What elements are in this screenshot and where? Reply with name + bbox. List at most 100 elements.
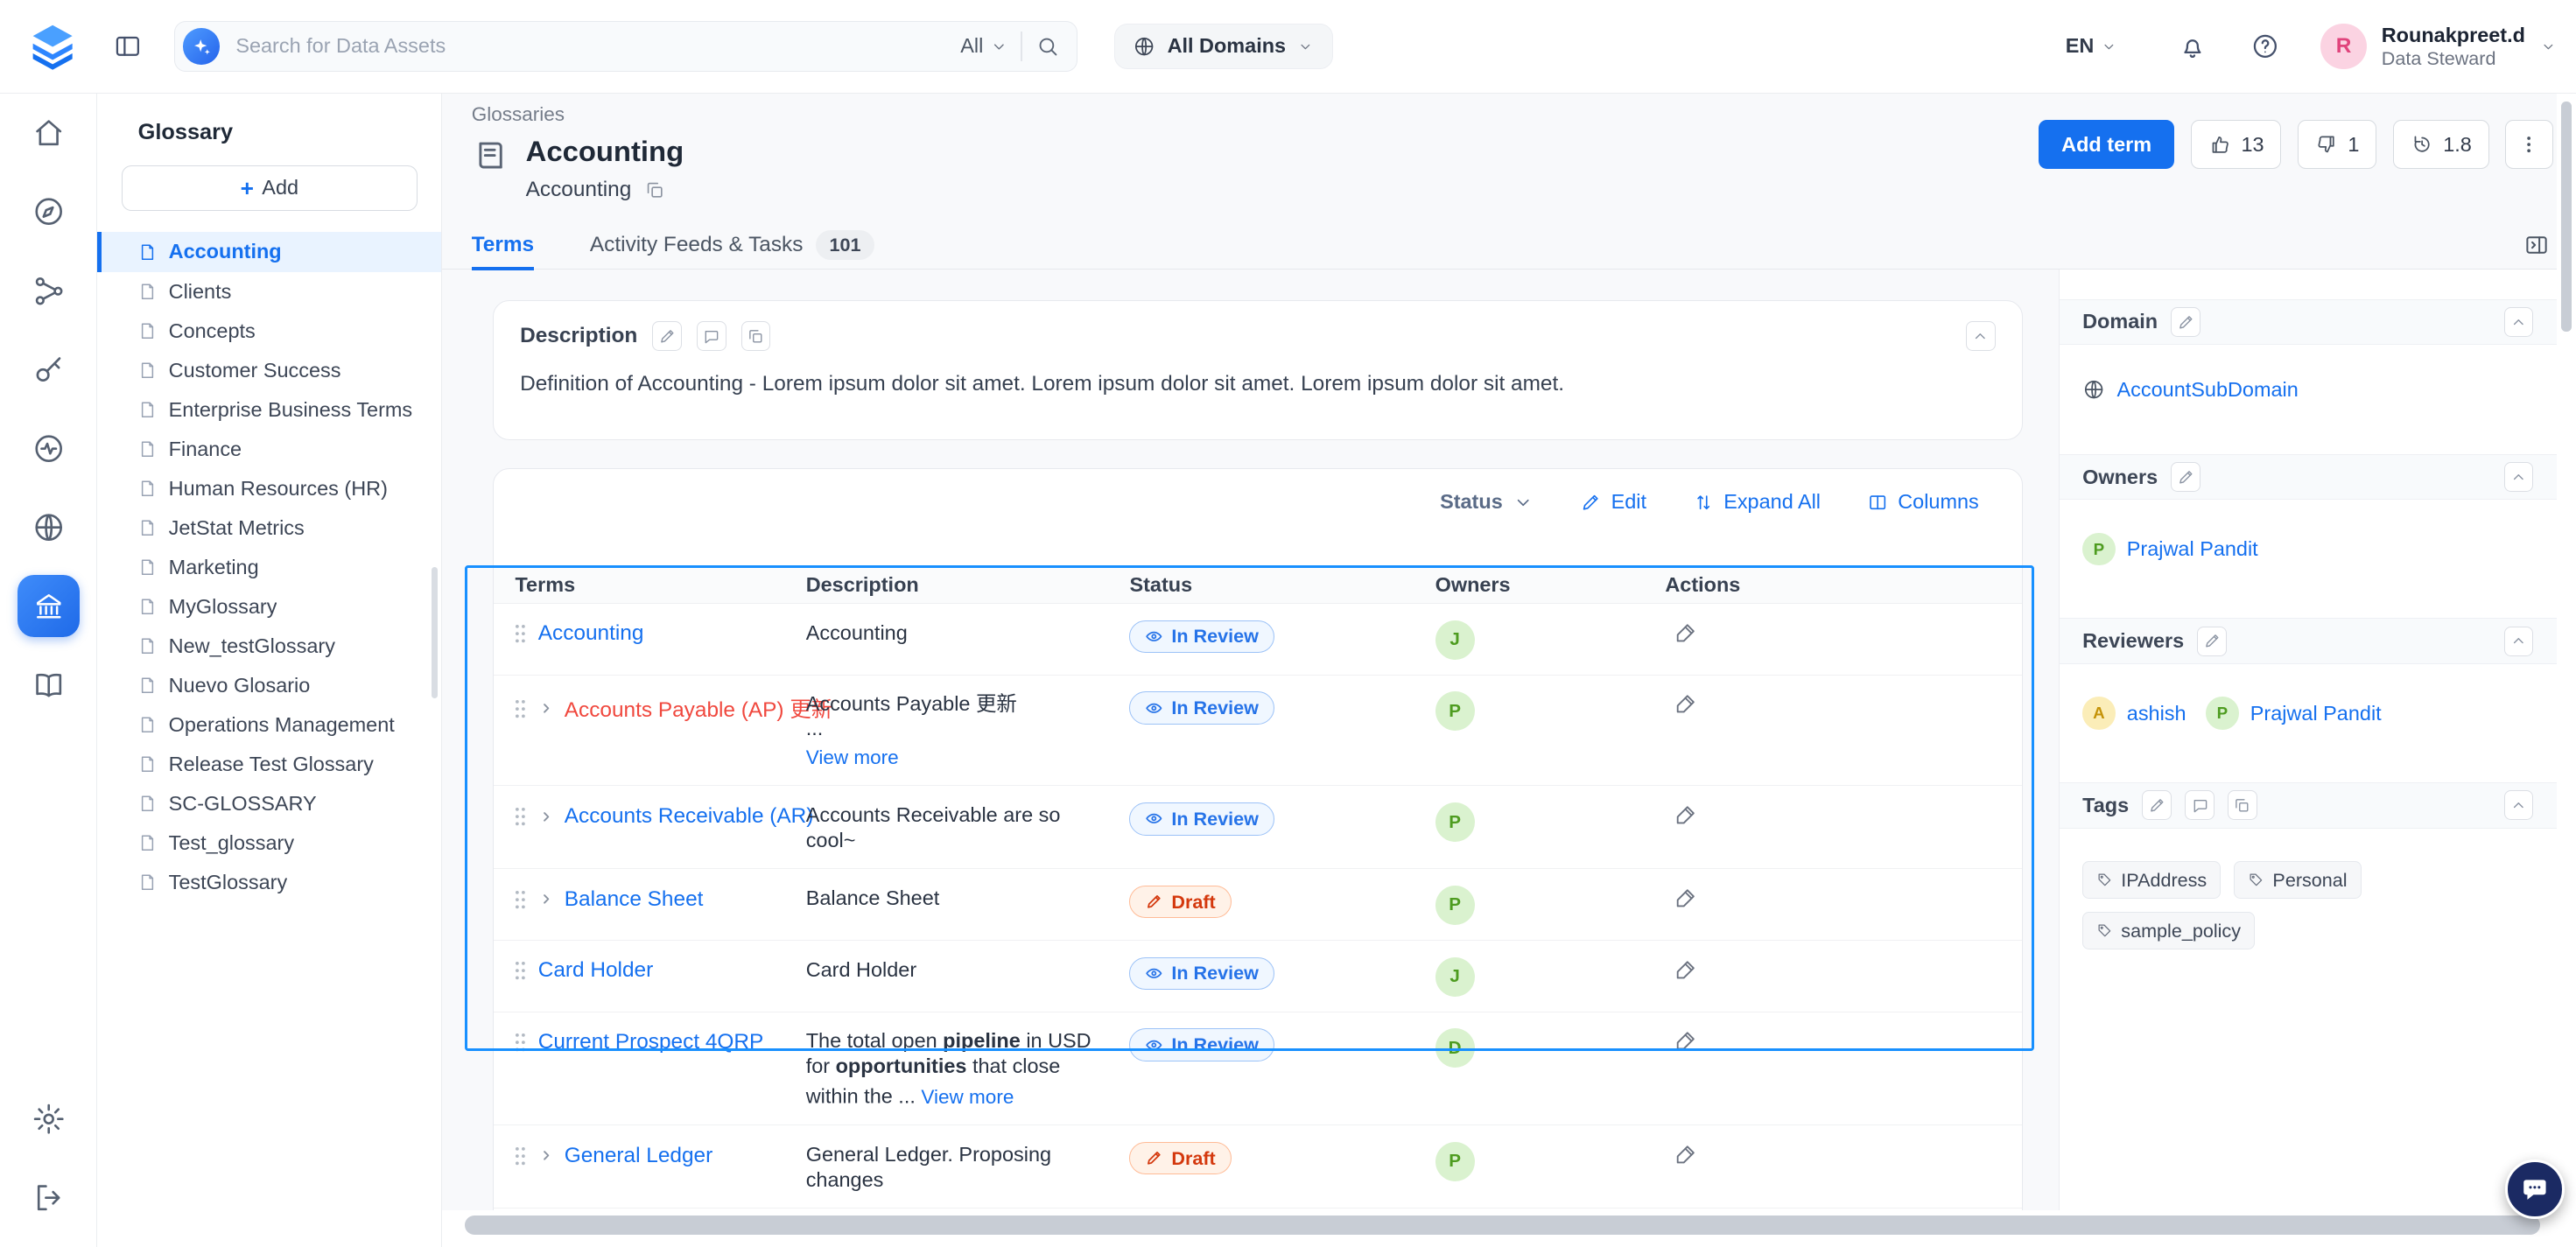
nav-govern[interactable]: [0, 567, 97, 646]
owner-avatar[interactable]: J: [1435, 957, 1475, 997]
help-icon[interactable]: [2242, 24, 2288, 70]
edit-term-icon[interactable]: [1674, 802, 1698, 827]
edit-owners-icon[interactable]: [2171, 462, 2200, 492]
chat-button[interactable]: [2505, 1159, 2565, 1219]
copy-description-icon[interactable]: [741, 321, 771, 351]
edit-term-icon[interactable]: [1674, 886, 1698, 910]
edit-reviewers-icon[interactable]: [2197, 627, 2227, 656]
person-chip[interactable]: P Prajwal Pandit: [2206, 697, 2382, 730]
drag-handle-icon[interactable]: [512, 697, 529, 720]
collapse-domain-icon[interactable]: [2504, 307, 2534, 337]
collapse-tags-icon[interactable]: [2504, 790, 2534, 820]
edit-tags-icon[interactable]: [2142, 790, 2172, 820]
expand-icon[interactable]: [538, 809, 555, 825]
tag-pill[interactable]: IPAddress: [2082, 861, 2221, 899]
edit-term-icon[interactable]: [1674, 957, 1698, 982]
right-panel-toggle-icon[interactable]: [2523, 232, 2550, 258]
drag-handle-icon[interactable]: [512, 1145, 529, 1167]
nav-lineage[interactable]: [0, 251, 97, 330]
glossary-list-item[interactable]: Test_glossary: [97, 823, 441, 863]
term-link[interactable]: Accounting: [538, 621, 644, 646]
tab-terms[interactable]: Terms: [472, 221, 534, 269]
domains-selector[interactable]: All Domains: [1114, 24, 1333, 70]
owner-avatar[interactable]: D: [1435, 1028, 1475, 1068]
drag-handle-icon[interactable]: [512, 805, 529, 828]
drag-handle-icon[interactable]: [512, 959, 529, 982]
term-link[interactable]: Current Prospect 4QRP: [538, 1030, 764, 1054]
edit-button[interactable]: Edit: [1580, 490, 1646, 514]
nav-knowledge[interactable]: [0, 646, 97, 725]
view-more-link[interactable]: View more: [921, 1084, 1014, 1110]
person-chip[interactable]: P Prajwal Pandit: [2082, 533, 2258, 566]
owner-avatar[interactable]: P: [1435, 802, 1475, 842]
collapse-description-icon[interactable]: [1966, 321, 1996, 351]
notifications-bell-icon[interactable]: [2170, 24, 2216, 70]
horizontal-scrollbar[interactable]: [465, 1215, 2540, 1236]
nav-access[interactable]: [0, 330, 97, 409]
tag-pill[interactable]: Personal: [2234, 861, 2361, 899]
nav-logout[interactable]: [0, 1158, 97, 1236]
edit-term-icon[interactable]: [1674, 1028, 1698, 1053]
columns-button[interactable]: Columns: [1867, 490, 1979, 514]
status-filter[interactable]: Status: [1440, 490, 1534, 514]
global-search-bar[interactable]: All: [174, 21, 1077, 72]
glossary-scrollbar[interactable]: [432, 567, 439, 698]
edit-term-icon[interactable]: [1674, 691, 1698, 716]
glossary-list-item[interactable]: New_testGlossary: [97, 627, 441, 666]
edit-term-icon[interactable]: [1674, 620, 1698, 645]
glossary-list-item[interactable]: Concepts: [97, 312, 441, 351]
term-link[interactable]: Card Holder: [538, 958, 654, 983]
expand-icon[interactable]: [538, 1147, 555, 1164]
glossary-list-item[interactable]: Release Test Glossary: [97, 745, 441, 784]
downvote-button[interactable]: 1: [2298, 120, 2376, 169]
drag-handle-icon[interactable]: [512, 1031, 529, 1054]
nav-domains[interactable]: [0, 487, 97, 566]
drag-handle-icon[interactable]: [512, 888, 529, 911]
language-selector[interactable]: EN: [2066, 34, 2117, 58]
comment-icon[interactable]: [697, 321, 726, 351]
glossary-list-item[interactable]: Customer Success: [97, 351, 441, 390]
drag-handle-icon[interactable]: [512, 622, 529, 645]
glossary-list-item[interactable]: Finance: [97, 430, 441, 469]
edit-term-icon[interactable]: [1674, 1142, 1698, 1166]
add-term-button[interactable]: Add term: [2039, 120, 2174, 169]
term-link[interactable]: Balance Sheet: [565, 887, 704, 912]
search-input[interactable]: [233, 33, 948, 60]
app-logo[interactable]: [23, 17, 82, 76]
expand-icon[interactable]: [538, 700, 555, 717]
nav-home[interactable]: [0, 94, 97, 172]
copy-icon[interactable]: [644, 179, 665, 200]
edit-description-icon[interactable]: [652, 321, 682, 351]
nav-observability[interactable]: [0, 409, 97, 487]
edit-domain-icon[interactable]: [2171, 307, 2200, 337]
nav-settings[interactable]: [0, 1079, 97, 1158]
glossary-list-item[interactable]: Nuevo Glosario: [97, 666, 441, 705]
tab-activity[interactable]: Activity Feeds & Tasks 101: [590, 221, 874, 269]
vertical-scrollbar[interactable]: [2561, 102, 2571, 332]
search-icon[interactable]: [1035, 34, 1060, 59]
tag-pill[interactable]: sample_policy: [2082, 912, 2255, 949]
more-menu-button[interactable]: [2505, 120, 2553, 169]
term-link[interactable]: General Ledger: [565, 1144, 713, 1168]
glossary-list-item[interactable]: Accounting: [97, 232, 441, 271]
owner-avatar[interactable]: P: [1435, 886, 1475, 925]
glossary-list-item[interactable]: Clients: [97, 272, 441, 312]
glossary-list-item[interactable]: Marketing: [97, 548, 441, 587]
owner-avatar[interactable]: P: [1435, 1142, 1475, 1181]
glossary-list-item[interactable]: SC-GLOSSARY: [97, 784, 441, 823]
user-menu[interactable]: R Rounakpreet.d Data Steward: [2320, 23, 2556, 70]
term-link[interactable]: Accounts Receivable (AR): [565, 804, 814, 829]
expand-icon[interactable]: [538, 891, 555, 907]
glossary-list-item[interactable]: JetStat Metrics: [97, 508, 441, 548]
sidebar-toggle-icon[interactable]: [105, 24, 151, 70]
glossary-list-item[interactable]: Human Resources (HR): [97, 469, 441, 508]
glossary-list-item[interactable]: Enterprise Business Terms: [97, 390, 441, 430]
comment-tags-icon[interactable]: [2185, 790, 2215, 820]
view-more-link[interactable]: View more: [806, 745, 899, 770]
collapse-owners-icon[interactable]: [2504, 462, 2534, 492]
owner-avatar[interactable]: P: [1435, 691, 1475, 731]
term-link[interactable]: Accounts Payable (AP) 更新: [565, 693, 832, 724]
nav-explore[interactable]: [0, 172, 97, 251]
search-scope-dropdown[interactable]: All: [960, 34, 1007, 58]
owner-avatar[interactable]: J: [1435, 620, 1475, 660]
